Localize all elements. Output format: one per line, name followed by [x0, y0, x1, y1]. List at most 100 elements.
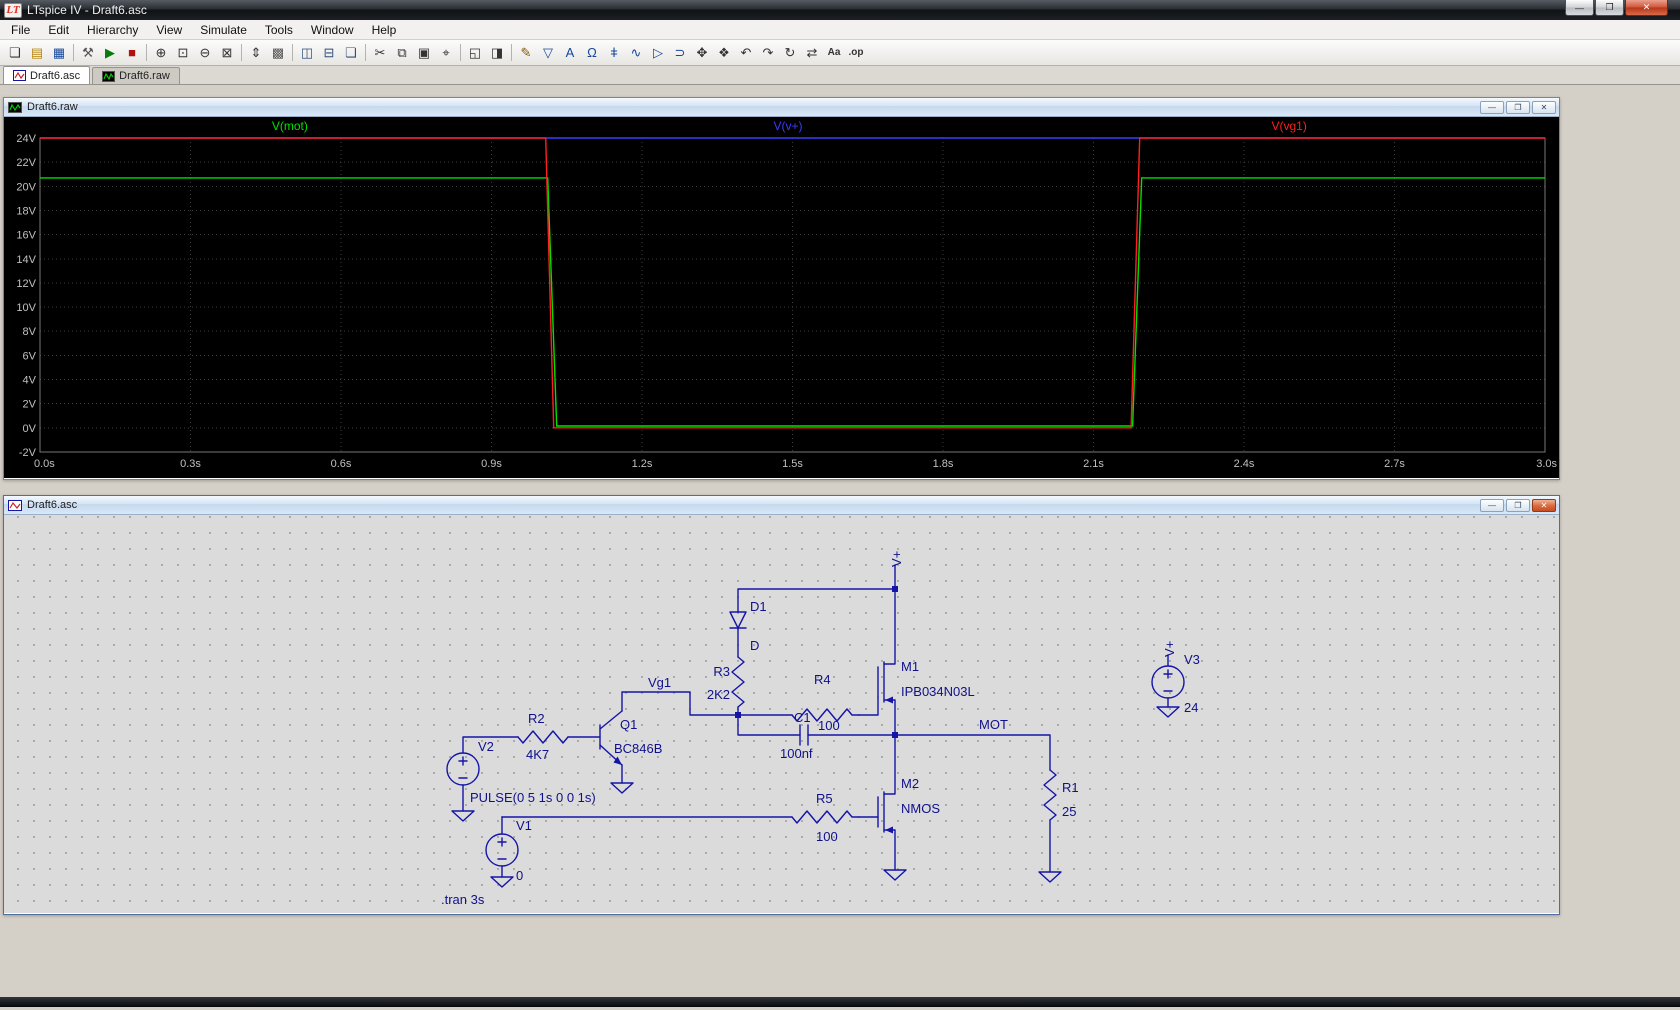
print-preview-icon[interactable]: ◱ — [464, 43, 486, 63]
zoom-fit-icon[interactable]: ⊠ — [216, 43, 238, 63]
halt-icon[interactable]: ■ — [121, 43, 143, 63]
copy-icon[interactable]: ⧉ — [391, 43, 413, 63]
window-title: LTspice IV - Draft6.asc — [27, 3, 147, 17]
undo-icon[interactable]: ↶ — [735, 43, 757, 63]
toolbar-separator — [241, 44, 242, 61]
redo-icon[interactable]: ↷ — [757, 43, 779, 63]
waveform-window-title: Draft6.raw — [27, 101, 78, 113]
component-r1-resistor[interactable]: R1 25 — [1039, 770, 1079, 882]
zoom-out-icon[interactable]: ⊖ — [194, 43, 216, 63]
new-schematic-icon[interactable]: ❏ — [4, 43, 26, 63]
schematic-file-icon — [8, 500, 22, 511]
schematic-file-icon — [13, 70, 26, 81]
rotate-icon[interactable]: ↻ — [779, 43, 801, 63]
open-file-icon[interactable]: ▤ — [26, 43, 48, 63]
svg-text:24: 24 — [1184, 700, 1198, 715]
component-c1-capacitor[interactable]: C1 100nf — [738, 710, 895, 761]
trace-legend-V(vg1)[interactable]: V(vg1) — [1271, 119, 1306, 133]
menu-tools[interactable]: Tools — [256, 21, 302, 39]
ground-icon[interactable]: ▽ — [537, 43, 559, 63]
inductor-icon[interactable]: ∿ — [625, 43, 647, 63]
window-minimize-button[interactable]: — — [1565, 0, 1594, 16]
y-axis-tick-label: 8V — [23, 326, 37, 338]
control-panel-icon[interactable]: ⚒ — [77, 43, 99, 63]
zoom-area-icon[interactable]: ⊡ — [172, 43, 194, 63]
component-d1-diode[interactable]: D1 D — [730, 599, 767, 657]
spice-directive-icon[interactable]: .op — [845, 43, 867, 63]
wire-icon[interactable]: ✎ — [515, 43, 537, 63]
tab-draft6-asc[interactable]: Draft6.asc — [3, 66, 90, 84]
grid-icon[interactable]: ▩ — [267, 43, 289, 63]
toolbar-separator — [292, 44, 293, 61]
capacitor-icon[interactable]: ǂ — [603, 43, 625, 63]
component-v3-source[interactable]: V+ V3 24 — [1152, 641, 1200, 717]
component-m2-mosfet[interactable]: M2 NMOS — [878, 735, 940, 880]
schematic-window: Draft6.asc — ❐ ✕ V+ — [3, 495, 1560, 915]
svg-text:4K7: 4K7 — [526, 747, 549, 762]
net-wire-mot[interactable]: MOT — [895, 717, 1050, 770]
waveform-file-icon — [8, 102, 22, 113]
waveform-plot[interactable]: 24V22V20V18V16V14V12V10V8V6V4V2V0V-2V0.0… — [4, 117, 1559, 478]
save-file-icon[interactable]: ▦ — [48, 43, 70, 63]
resistor-icon[interactable]: Ω — [581, 43, 603, 63]
component-v2-source[interactable]: V2 PULSE(0 5 1s 0 0 1s) — [447, 737, 596, 821]
run-icon[interactable]: ▶ — [99, 43, 121, 63]
cut-icon[interactable]: ✂ — [369, 43, 391, 63]
schematic-restore-button[interactable]: ❐ — [1506, 499, 1530, 512]
menu-hierarchy[interactable]: Hierarchy — [78, 21, 147, 39]
svg-text:Vg1: Vg1 — [648, 675, 671, 690]
menu-simulate[interactable]: Simulate — [191, 21, 256, 39]
menu-edit[interactable]: Edit — [39, 21, 78, 39]
window-close-button[interactable]: ✕ — [1625, 0, 1668, 16]
svg-text:C1: C1 — [794, 710, 811, 725]
toolbar-separator — [73, 44, 74, 61]
window-maximize-button[interactable]: ❐ — [1595, 0, 1624, 16]
trace-legend-V(v+)[interactable]: V(v+) — [773, 119, 802, 133]
schematic-close-button[interactable]: ✕ — [1532, 499, 1556, 512]
x-axis-tick-label: 2.4s — [1234, 458, 1255, 470]
move-icon[interactable]: ✥ — [691, 43, 713, 63]
component-q1-transistor[interactable]: Q1 BC846B — [600, 711, 662, 793]
svg-text:D: D — [750, 638, 759, 653]
component-r3-resistor[interactable]: R3 2K2 — [707, 657, 744, 715]
svg-text:V3: V3 — [1184, 652, 1200, 667]
tile-horizontal-icon[interactable]: ⊟ — [318, 43, 340, 63]
waveform-window-titlebar[interactable]: Draft6.raw — ❐ ✕ — [4, 98, 1559, 117]
menu-help[interactable]: Help — [363, 21, 406, 39]
drag-icon[interactable]: ❖ — [713, 43, 735, 63]
print-icon[interactable]: ◨ — [486, 43, 508, 63]
schematic-window-titlebar[interactable]: Draft6.asc — ❐ ✕ — [4, 496, 1559, 515]
diode-icon[interactable]: ▷ — [647, 43, 669, 63]
toolbar-separator — [460, 44, 461, 61]
y-axis-tick-label: 18V — [16, 205, 36, 217]
label-net-icon[interactable]: A — [559, 43, 581, 63]
wave-minimize-button[interactable]: — — [1480, 101, 1504, 114]
plot-background — [4, 117, 1559, 478]
mirror-icon[interactable]: ⇄ — [801, 43, 823, 63]
schematic-canvas[interactable]: V+ D1 D R3 — [4, 515, 1559, 913]
autorange-icon[interactable]: ⇕ — [245, 43, 267, 63]
menu-window[interactable]: Window — [302, 21, 363, 39]
menu-file[interactable]: File — [2, 21, 39, 39]
schematic-minimize-button[interactable]: — — [1480, 499, 1504, 512]
tab-draft6-raw[interactable]: Draft6.raw — [92, 67, 180, 84]
trace-legend-V(mot)[interactable]: V(mot) — [272, 119, 308, 133]
cascade-icon[interactable]: ❏ — [340, 43, 362, 63]
net-flag-vplus-rail[interactable]: V+ — [889, 551, 904, 589]
spice-directive[interactable]: .tran 3s — [441, 892, 485, 907]
menubar: FileEditHierarchyViewSimulateToolsWindow… — [0, 20, 1680, 40]
find-icon[interactable]: ⌖ — [435, 43, 457, 63]
menu-view[interactable]: View — [147, 21, 191, 39]
tile-vertical-icon[interactable]: ◫ — [296, 43, 318, 63]
paste-icon[interactable]: ▣ — [413, 43, 435, 63]
component-m1-mosfet[interactable]: M1 IPB034N03L — [878, 589, 975, 735]
component-r2-resistor[interactable]: R2 4K7 — [518, 711, 600, 762]
wave-close-button[interactable]: ✕ — [1532, 101, 1556, 114]
zoom-in-icon[interactable]: ⊕ — [150, 43, 172, 63]
text-tool-icon[interactable]: Aa — [823, 43, 845, 63]
ltspice-logo-icon: LT — [4, 3, 22, 18]
wave-restore-button[interactable]: ❐ — [1506, 101, 1530, 114]
component-v1-source[interactable]: V1 0 — [486, 817, 532, 887]
component-icon[interactable]: ⊃ — [669, 43, 691, 63]
y-axis-tick-label: 2V — [23, 399, 37, 411]
